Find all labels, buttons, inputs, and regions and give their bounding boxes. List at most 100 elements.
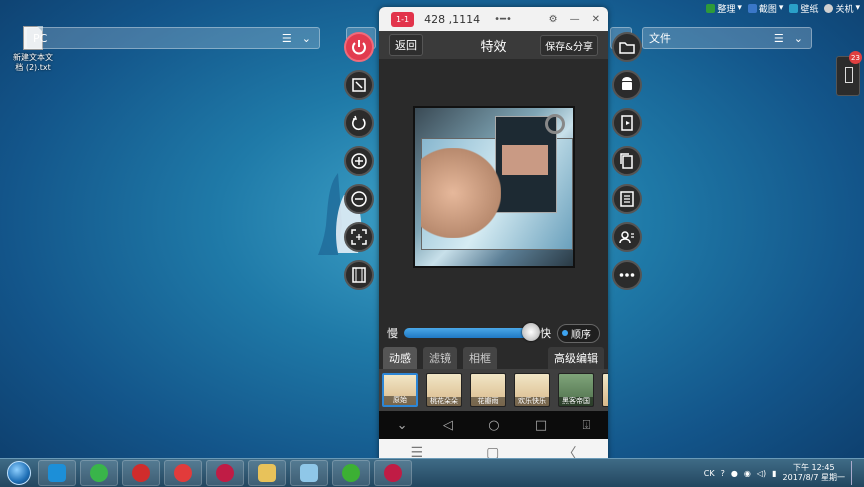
power-button[interactable] (344, 32, 374, 62)
contacts-button[interactable] (612, 222, 642, 252)
desktop-file-label: 新建文本文档 (2).txt (13, 53, 53, 72)
more-button[interactable] (612, 260, 642, 290)
taskbar-app[interactable] (248, 460, 286, 486)
ime-indicator[interactable]: CK (704, 469, 715, 478)
taskbar-app[interactable] (122, 460, 160, 486)
open-folder-button[interactable] (612, 32, 642, 62)
tab-filter[interactable]: 滤镜 (423, 347, 457, 369)
explorer-address-right[interactable]: 文件 ☰ ⌄ (642, 27, 812, 49)
dots-icon: •━• (494, 13, 512, 25)
wallpaper-tool[interactable]: 壁纸 (789, 2, 818, 15)
list-view-icon[interactable]: ☰ (282, 32, 292, 45)
apk-install-button[interactable] (612, 108, 642, 138)
crop-icon (351, 229, 367, 245)
help-icon[interactable]: ? (721, 469, 725, 478)
effect-thumbnails: 原始 桃花朵朵 花瓣雨 欢乐快乐 黑客帝国 (379, 369, 608, 411)
contact-icon (619, 231, 634, 244)
back-triangle-icon[interactable]: ◁ (443, 418, 453, 433)
effect-thumb[interactable] (602, 373, 608, 407)
order-toggle[interactable]: 顺序 (557, 323, 600, 343)
screenshot-tool[interactable]: 截图 ▾ (747, 2, 783, 15)
advanced-edit-button[interactable]: 高级编辑 (548, 347, 604, 369)
pull-down-icon[interactable]: ⍗ (583, 418, 591, 433)
effect-thumb[interactable]: 欢乐快乐 (514, 373, 550, 407)
effect-thumb[interactable]: 黑客帝国 (558, 373, 594, 407)
system-tray: CK ? ● ◉ ◁) ▮ 下午 12:45 2017/8/7 星期一 (704, 461, 864, 485)
qq-icon[interactable]: ● (731, 469, 738, 478)
taskbar-app[interactable] (374, 460, 412, 486)
save-share-button[interactable]: 保存&分享 (540, 34, 598, 56)
taskbar-app[interactable] (80, 460, 118, 486)
speed-slow-label: 慢 (387, 327, 398, 340)
instance-badge: 1-1 (391, 11, 415, 27)
minimize-icon[interactable]: — (570, 14, 580, 25)
list-view-icon[interactable]: ☰ (774, 32, 784, 45)
chevron-down-icon[interactable]: ⌄ (397, 418, 408, 433)
zoom-in-button[interactable] (344, 146, 374, 176)
start-button[interactable] (4, 460, 34, 486)
taskbar-app[interactable] (38, 460, 76, 486)
order-label: 顺序 (571, 329, 591, 341)
network-icon[interactable]: ▮ (772, 469, 776, 478)
chevron-down-icon[interactable]: ⌄ (794, 32, 803, 45)
film-icon (352, 267, 366, 283)
copy-files-button[interactable] (612, 146, 642, 176)
speed-slider[interactable] (404, 323, 540, 341)
recents-square-icon[interactable]: □ (535, 418, 547, 433)
taskbar-app[interactable] (332, 460, 370, 486)
clipboard-button[interactable] (612, 184, 642, 214)
file-play-icon (621, 115, 633, 131)
home-circle-icon[interactable]: ○ (488, 418, 499, 433)
taskbar-app[interactable] (290, 460, 328, 486)
effect-thumb[interactable]: 原始 (382, 373, 418, 407)
emulator-title-bar: 1-1 428 ,1114 •━• ⚙ — ✕ (379, 7, 608, 31)
effect-thumb[interactable]: 花瓣雨 (470, 373, 506, 407)
effect-thumb[interactable]: 桃花朵朵 (426, 373, 462, 407)
folder-icon (619, 42, 635, 54)
volume-icon[interactable]: ◁) (757, 469, 766, 478)
power-icon (352, 40, 366, 55)
more-dots-icon (619, 273, 635, 277)
vivaldi-icon (132, 464, 150, 482)
chevron-down-icon[interactable]: ⌄ (302, 32, 311, 45)
battery-icon (845, 67, 853, 83)
notepad-icon (300, 464, 318, 482)
preview-canvas (379, 59, 608, 319)
photo-hand (421, 148, 501, 238)
rotate-button[interactable] (344, 108, 374, 138)
back-button[interactable]: 返回 (389, 34, 423, 56)
slider-knob[interactable] (522, 323, 540, 341)
notification-count: 23 (849, 51, 862, 64)
android-icon (622, 77, 632, 90)
zoom-out-icon (351, 191, 367, 207)
tab-dynamic[interactable]: 动感 (383, 347, 417, 369)
scissors-icon (747, 3, 757, 13)
effect-preview-image[interactable] (413, 106, 575, 268)
show-desktop-button[interactable] (851, 461, 858, 485)
clock-time: 下午 12:45 (792, 463, 835, 472)
taskbar-app[interactable] (164, 460, 202, 486)
radish-icon (384, 464, 402, 482)
windows-orb-icon (7, 461, 31, 485)
tab-frame[interactable]: 相框 (463, 347, 497, 369)
android-button[interactable] (612, 70, 642, 100)
preview-ring-icon[interactable] (545, 114, 565, 134)
phone-emulator-window: 1-1 428 ,1114 •━• ⚙ — ✕ 返回 特效 保存&分享 慢 快 … (379, 7, 608, 465)
organize-tool[interactable]: 整理 ▾ (706, 2, 742, 15)
clock[interactable]: 下午 12:45 2017/8/7 星期一 (783, 463, 845, 483)
radish-icon (216, 464, 234, 482)
speed-control: 慢 快 顺序 (379, 319, 608, 347)
fullscreen-button[interactable] (344, 70, 374, 100)
notification-widget[interactable]: 23 (836, 51, 862, 96)
copy-icon (620, 153, 633, 169)
wechat-tray-icon[interactable]: ◉ (744, 469, 751, 478)
shutdown-tool[interactable]: 关机 ▾ (824, 2, 860, 15)
close-icon[interactable]: ✕ (592, 14, 600, 25)
zoom-out-button[interactable] (344, 184, 374, 214)
record-video-button[interactable] (344, 260, 374, 290)
settings-gear-icon[interactable]: ⚙ (549, 14, 558, 25)
taskbar-app[interactable] (206, 460, 244, 486)
screenshot-button[interactable] (344, 222, 374, 252)
speed-fast-label: 快 (540, 327, 551, 340)
explorer-address-left[interactable]: PC ☰ ⌄ (26, 27, 320, 49)
